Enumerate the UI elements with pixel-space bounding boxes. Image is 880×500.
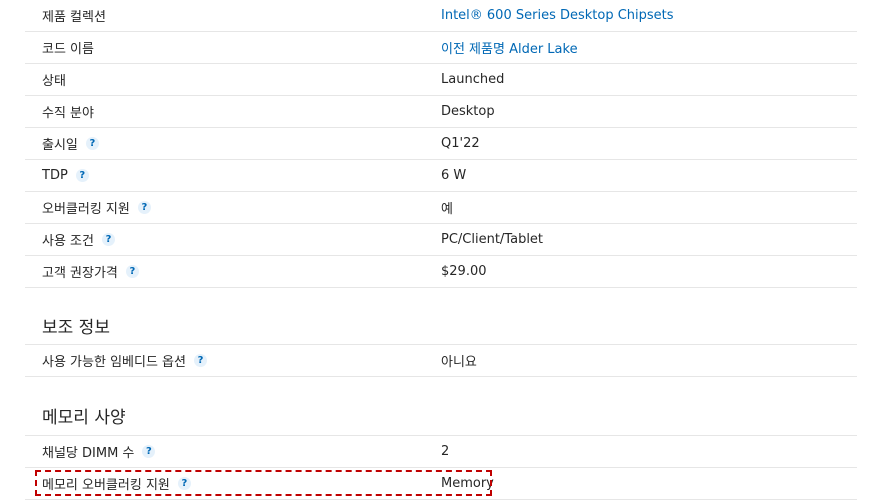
section-title-aux: 보조 정보: [42, 318, 110, 338]
spec-value: $29.00: [441, 264, 487, 279]
spec-label: 채널당 DIMM 수 ?: [42, 442, 156, 461]
spec-label: 사용 가능한 임베디드 옵션 ?: [42, 351, 207, 370]
spec-value: 아니요: [441, 355, 477, 370]
spec-row-price: 고객 권장가격 ? $29.00: [25, 256, 857, 288]
spec-row-embedded: 사용 가능한 임베디드 옵션 ? 아니요: [25, 344, 857, 377]
spec-label: 제품 컬렉션: [42, 6, 106, 25]
label-text: 고객 권장가격: [42, 266, 118, 281]
spec-row-tdp: TDP ? 6 W: [25, 160, 857, 192]
product-collection-link[interactable]: Intel® 600 Series Desktop Chipsets: [441, 8, 674, 23]
spec-row-status: 상태 Launched: [25, 64, 857, 96]
label-text: 채널당 DIMM 수: [42, 446, 135, 461]
label-text: 출시일: [42, 138, 78, 153]
spec-row-launch-date: 출시일 ? Q1'22: [25, 128, 857, 160]
spec-page: 제품 컬렉션 Intel® 600 Series Desktop Chipset…: [0, 0, 880, 500]
code-name-link[interactable]: 이전 제품명 Alder Lake: [441, 38, 578, 57]
section-title-memory: 메모리 사양: [42, 408, 126, 428]
spec-table: 제품 컬렉션 Intel® 600 Series Desktop Chipset…: [25, 0, 857, 288]
label-text: 사용 조건: [42, 234, 94, 249]
label-text: 상태: [42, 74, 66, 89]
help-icon[interactable]: ?: [101, 233, 115, 246]
spec-value: 6 W: [441, 168, 467, 183]
spec-row-use-conditions: 사용 조건 ? PC/Client/Tablet: [25, 224, 857, 256]
spec-label: 고객 권장가격 ?: [42, 262, 139, 281]
spec-label: 출시일 ?: [42, 134, 99, 153]
label-text: 오버클러킹 지원: [42, 202, 130, 217]
spec-value: 예: [441, 202, 453, 217]
spec-value: Q1'22: [441, 136, 480, 151]
spec-label: 수직 분야: [42, 102, 94, 121]
spec-label: 사용 조건 ?: [42, 230, 115, 249]
label-text: 사용 가능한 임베디드 옵션: [42, 355, 186, 370]
spec-label: 코드 이름: [42, 38, 94, 57]
spec-row-product-collection: 제품 컬렉션 Intel® 600 Series Desktop Chipset…: [25, 0, 857, 32]
label-text: 수직 분야: [42, 106, 94, 121]
label-text: 제품 컬렉션: [42, 10, 106, 25]
spec-value: Desktop: [441, 104, 495, 119]
spec-label: 상태: [42, 70, 66, 89]
help-icon[interactable]: ?: [193, 354, 207, 367]
label-text: TDP: [42, 168, 68, 183]
help-icon[interactable]: ?: [75, 169, 89, 182]
spec-label: TDP ?: [42, 168, 89, 183]
spec-value: 2: [441, 444, 450, 459]
aux-table: 사용 가능한 임베디드 옵션 ? 아니요: [25, 344, 857, 377]
spec-row-dimms-per-channel: 채널당 DIMM 수 ? 2: [25, 435, 857, 468]
spec-value: PC/Client/Tablet: [441, 232, 544, 247]
spec-row-code-name: 코드 이름 이전 제품명 Alder Lake: [25, 32, 857, 64]
spec-value: Launched: [441, 72, 505, 87]
spec-row-vertical-segment: 수직 분야 Desktop: [25, 96, 857, 128]
label-text: 코드 이름: [42, 42, 94, 57]
help-icon[interactable]: ?: [142, 445, 156, 458]
highlight-box: [35, 470, 492, 496]
spec-row-overclocking: 오버클러킹 지원 ? 예: [25, 192, 857, 224]
help-icon[interactable]: ?: [137, 201, 151, 214]
spec-label: 오버클러킹 지원 ?: [42, 198, 151, 217]
help-icon[interactable]: ?: [85, 137, 99, 150]
help-icon[interactable]: ?: [125, 265, 139, 278]
